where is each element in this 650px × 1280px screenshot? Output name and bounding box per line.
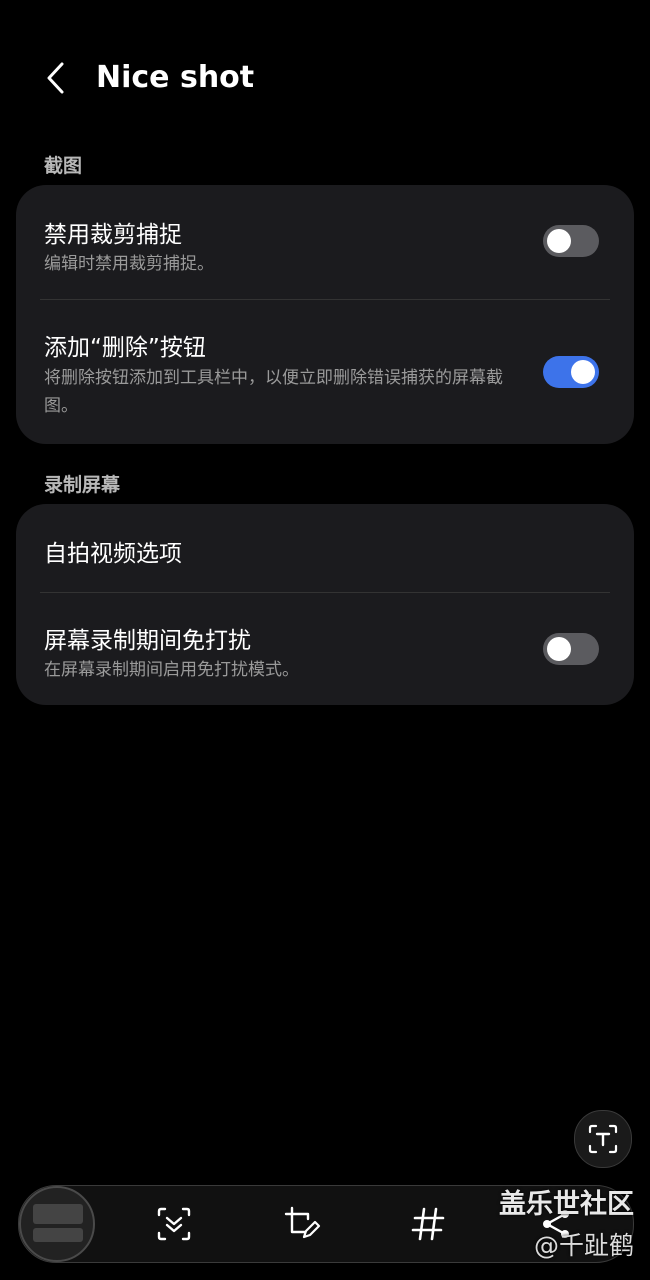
setting-row-disable-crop[interactable]: 禁用裁剪捕捉 编辑时禁用裁剪捕捉。	[16, 185, 634, 299]
setting-title: 添加“删除”按钮	[44, 335, 206, 361]
setting-row-dnd-recording[interactable]: 屏幕录制期间免打扰 在屏幕录制期间启用免打扰模式。	[16, 593, 634, 705]
section-label-screenshot: 截图	[44, 155, 83, 177]
setting-row-selfie-video[interactable]: 自拍视频选项	[16, 504, 634, 592]
screenshot-settings-card: 禁用裁剪捕捉 编辑时禁用裁剪捕捉。 添加“删除”按钮 将删除按钮添加到工具栏中，…	[16, 185, 634, 444]
setting-subtitle: 在屏幕录制期间启用免打扰模式。	[44, 660, 299, 680]
setting-title: 自拍视频选项	[44, 541, 182, 567]
setting-title: 屏幕录制期间免打扰	[44, 628, 251, 654]
toggle-knob	[547, 229, 571, 253]
toggle-knob	[547, 637, 571, 661]
setting-subtitle: 将删除按钮添加到工具栏中，以便立即删除错误捕获的屏幕截图。	[44, 368, 503, 416]
crop-edit-icon	[284, 1206, 321, 1239]
thumbnail-preview	[33, 1204, 83, 1224]
watermark-community: 盖乐世社区	[499, 1189, 634, 1220]
thumbnail-preview	[33, 1228, 83, 1242]
screenshot-thumbnail[interactable]	[19, 1186, 95, 1262]
watermark-author: @千趾鹤	[533, 1231, 634, 1260]
page-title: Nice shot	[96, 60, 255, 95]
disable-crop-toggle[interactable]	[543, 225, 599, 257]
text-extract-icon	[588, 1124, 618, 1154]
scroll-capture-icon	[157, 1207, 191, 1241]
hashtag-button[interactable]	[404, 1200, 452, 1248]
app-header: Nice shot	[0, 40, 650, 114]
scroll-capture-button[interactable]	[150, 1200, 198, 1248]
chevron-left-icon	[47, 62, 64, 94]
toggle-knob	[571, 360, 595, 384]
dnd-recording-toggle[interactable]	[543, 633, 599, 665]
crop-edit-button[interactable]	[278, 1200, 326, 1248]
setting-title: 禁用裁剪捕捉	[44, 222, 182, 248]
hashtag-icon	[411, 1207, 445, 1241]
screen-record-settings-card: 自拍视频选项 屏幕录制期间免打扰 在屏幕录制期间启用免打扰模式。	[16, 504, 634, 705]
delete-button-toggle[interactable]	[543, 356, 599, 388]
setting-row-delete-button[interactable]: 添加“删除”按钮 将删除按钮添加到工具栏中，以便立即删除错误捕获的屏幕截图。	[16, 300, 634, 444]
back-button[interactable]	[36, 58, 76, 98]
setting-subtitle: 编辑时禁用裁剪捕捉。	[44, 254, 214, 274]
extract-text-button[interactable]	[574, 1110, 632, 1168]
section-label-screen-record: 录制屏幕	[44, 474, 121, 496]
